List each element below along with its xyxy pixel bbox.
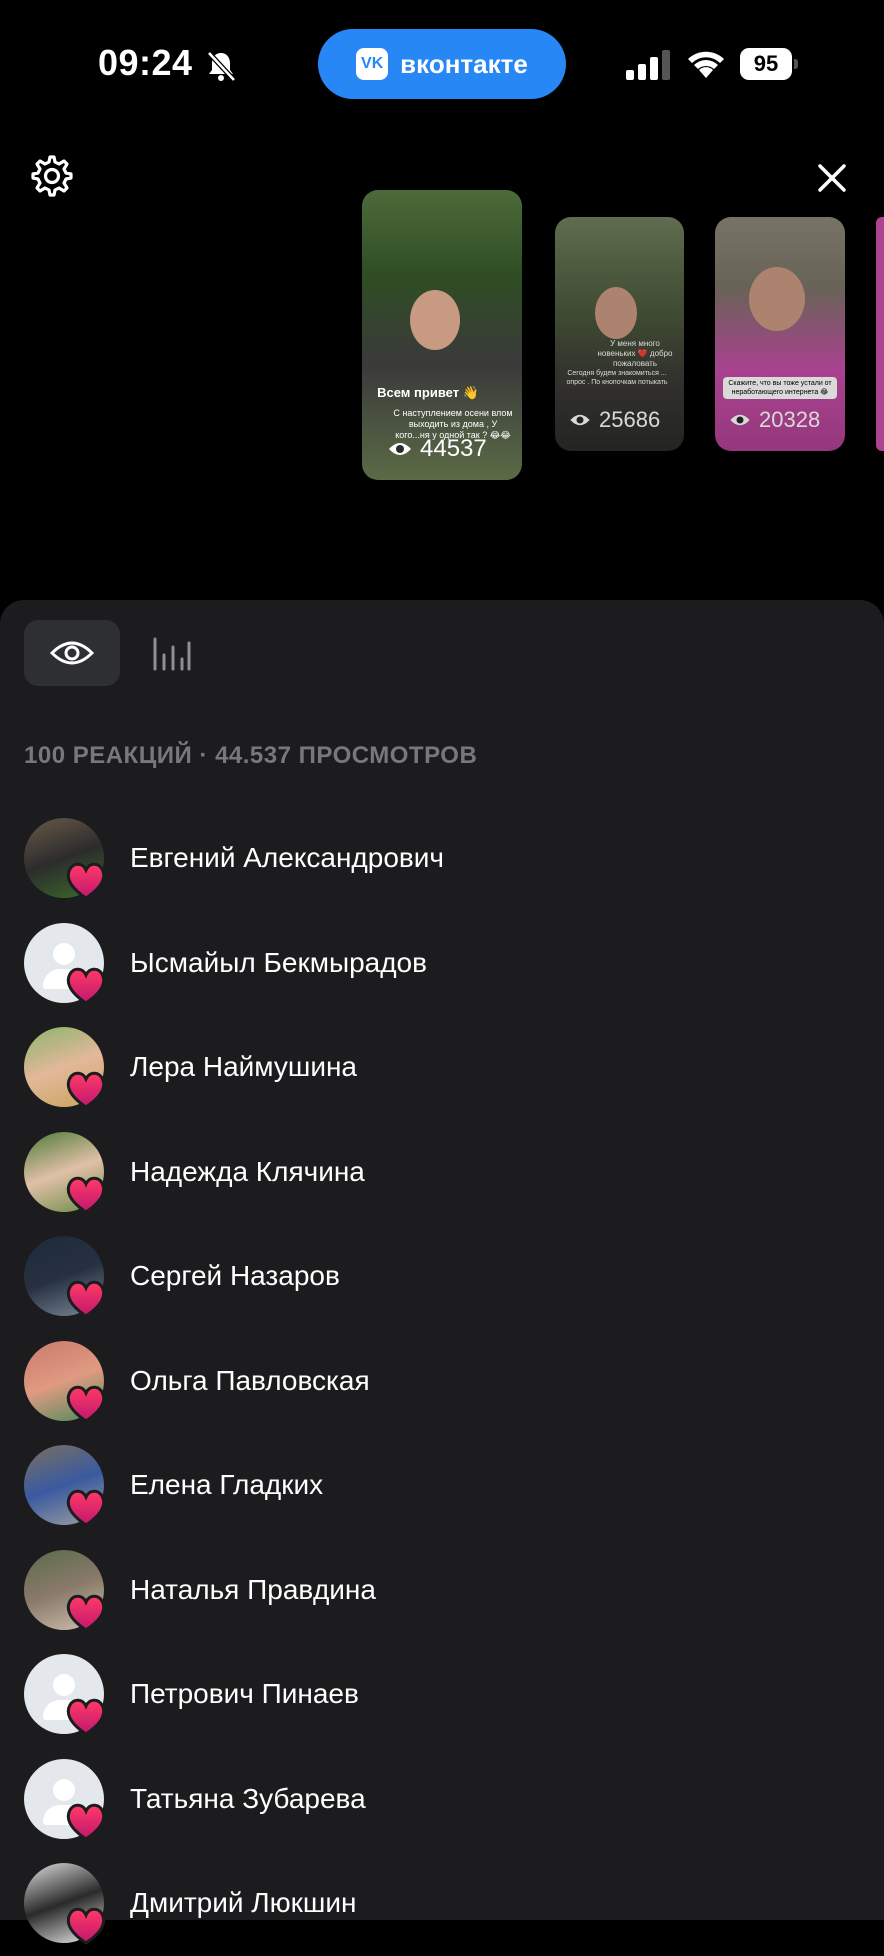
viewer-name: Евгений Александрович [130,842,445,874]
viewer-name: Лера Наймушина [130,1051,358,1083]
battery-indicator: 95 [740,48,798,80]
story-views: 20328 [729,407,820,433]
heart-icon [66,863,106,901]
viewer-name: Сергей Назаров [130,1260,340,1292]
app-pill-label: вконтакте [400,48,528,79]
heart-icon [66,1803,106,1841]
story-face [410,290,460,350]
story-views: 44537 [388,435,487,463]
viewer-row[interactable]: Надежда Клячина [0,1120,884,1225]
story-views-count: 20328 [759,407,821,432]
viewer-name: Наталья Правдина [130,1573,376,1605]
avatar[interactable] [24,1236,106,1319]
viewer-row[interactable]: Елена Гладких [0,1433,884,1538]
status-bar: 09:24 VK вконтакте 95 [0,0,884,120]
viewer-name: Надежда Клячина [130,1155,365,1187]
avatar[interactable] [24,1445,106,1528]
tab-statistics[interactable] [144,620,198,686]
vk-logo-icon: VK [356,48,389,80]
avatar[interactable] [24,1863,106,1946]
story-face [595,287,637,339]
bell-muted-icon [207,51,236,82]
viewer-row[interactable]: Наталья Правдина [0,1538,884,1643]
heart-icon [66,1594,106,1632]
heart-icon [66,1072,106,1110]
story-face [749,267,805,331]
heart-icon [66,1176,106,1214]
avatar-placeholder-head [53,1674,75,1697]
story-subcaption: Сегодня будем знакомиться ... опрос . По… [566,370,668,386]
viewer-name: Петрович Пинаев [130,1678,359,1710]
story-views-count: 44537 [420,435,487,462]
eye-icon [389,443,411,455]
story-caption: Скажите, что вы тоже устали от неработаю… [723,377,837,399]
viewer-row[interactable]: Дмитрий Люкшин [0,1851,884,1956]
bar-chart-icon [153,637,191,671]
avatar-placeholder-head [53,942,75,965]
avatar-placeholder-head [53,1778,75,1801]
battery-cap [794,59,798,69]
heart-icon [66,1385,106,1423]
heart-icon [66,1699,106,1737]
viewer-row[interactable]: Лера Наймушина [0,1015,884,1120]
status-time: 09:24 [98,42,193,83]
viewer-name: Ысмайыл Бекмырадов [130,946,427,978]
viewer-name: Татьяна Зубарева [130,1782,366,1814]
avatar[interactable] [24,1027,106,1110]
viewer-row[interactable]: Сергей Назаров [0,1224,884,1329]
eye-icon [50,641,94,665]
story-thumbnail-partial[interactable] [876,217,884,451]
heart-icon [66,1490,106,1528]
story-caption: У меня много новеньких ❤️ добро пожалова… [597,339,673,368]
avatar[interactable] [24,1758,106,1841]
app-pill[interactable]: VK вконтакте [318,29,566,99]
battery-level: 95 [740,48,792,80]
reactions-views-summary: 100 РЕАКЦИЙ · 44.537 ПРОСМОТРОВ [24,742,478,769]
eye-icon [570,414,590,426]
viewer-name: Елена Гладких [130,1469,324,1501]
heart-icon [66,1908,106,1946]
avatar[interactable] [24,1340,106,1423]
viewer-name: Ольга Павловская [130,1364,370,1396]
viewer-row[interactable]: Петрович Пинаев [0,1642,884,1747]
story-views: 25686 [569,407,660,433]
viewer-name: Дмитрий Люкшин [130,1887,357,1919]
sheet-tabs [24,620,198,686]
avatar[interactable] [24,1131,106,1214]
viewer-row[interactable]: Ысмайыл Бекмырадов [0,911,884,1016]
avatar[interactable] [24,1654,106,1737]
avatar[interactable] [24,922,106,1005]
avatar[interactable] [24,1549,106,1632]
close-icon[interactable] [812,158,852,198]
story-caption: Всем привет 👋 [377,385,479,400]
wifi-icon [688,51,724,78]
story-views-count: 25686 [599,407,661,432]
tab-views[interactable] [24,620,120,686]
viewer-row[interactable]: Евгений Александрович [0,806,884,911]
viewer-list: Евгений Александрович Ысмайыл Бекмырадов Л… [0,806,884,1956]
heart-icon [66,967,106,1005]
story-thumbnail[interactable]: Всем привет 👋 С наступлением осени влом … [362,190,522,480]
story-thumbnail[interactable]: У меня много новеньких ❤️ добро пожалова… [555,217,684,451]
eye-icon [730,414,750,426]
gear-icon[interactable] [30,154,74,198]
viewer-row[interactable]: Ольга Павловская [0,1329,884,1434]
heart-icon [66,1281,106,1319]
viewer-row[interactable]: Татьяна Зубарева [0,1747,884,1852]
viewers-sheet: 100 РЕАКЦИЙ · 44.537 ПРОСМОТРОВ Евгений … [0,600,884,1946]
story-thumbnail[interactable]: Скажите, что вы тоже устали от неработаю… [715,217,845,451]
signal-icon [626,50,670,80]
avatar[interactable] [24,818,106,901]
